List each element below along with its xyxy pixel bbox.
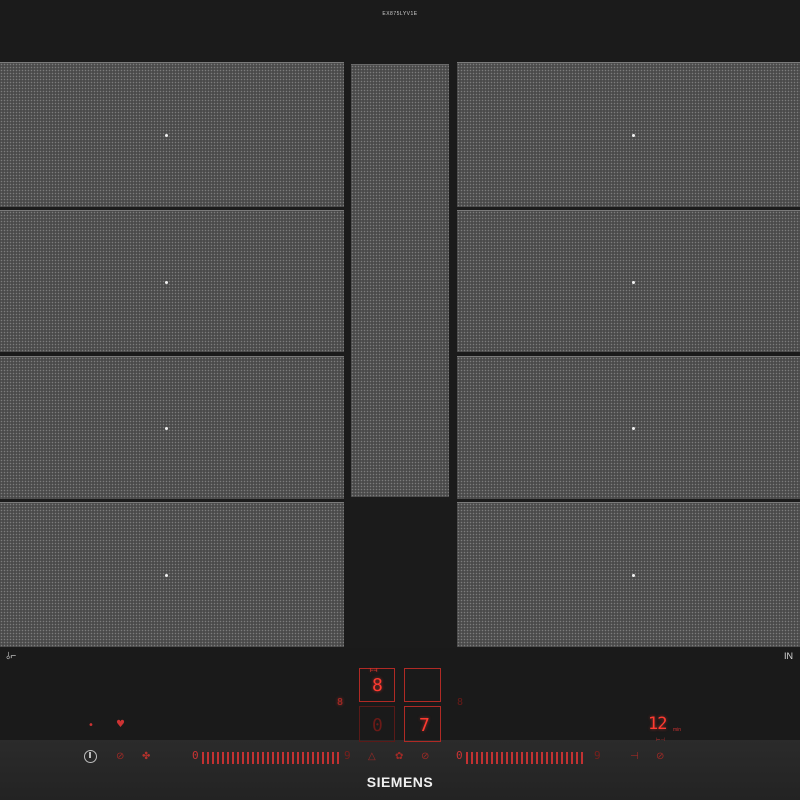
zone-center-marker (165, 427, 168, 430)
heart-icon[interactable]: ♥ (116, 719, 125, 730)
zone-link-icon: ⊢⊣ (370, 667, 378, 674)
left-cooking-zone-2[interactable] (0, 210, 344, 352)
right-power-slider[interactable] (466, 752, 586, 764)
timer-minus-icon[interactable]: ⊣ (630, 751, 639, 762)
fan-icon[interactable]: ✤ (142, 751, 150, 762)
power-boost-icon[interactable]: ⊘ (116, 751, 124, 762)
zone-center-marker (632, 427, 635, 430)
right-slider-start[interactable]: 0 (456, 749, 463, 762)
right-slider-end[interactable]: 9 (594, 749, 601, 762)
left-slider-end[interactable]: 9 (344, 749, 351, 762)
zone-center-marker (165, 134, 168, 137)
pan-detect-icon: ⫰⌐ (6, 651, 17, 662)
display-box-lower-right[interactable]: 7 (404, 706, 441, 742)
lower-left-digit: 0 (372, 715, 383, 736)
timer-sub-icon: ⊢⊣ (656, 737, 665, 743)
wipe-protect-icon[interactable]: △ (368, 751, 376, 762)
center-cooking-zone[interactable] (351, 64, 449, 497)
timer-unit-label: min (673, 727, 682, 733)
timer-display: 12 (648, 714, 668, 734)
zone-center-marker (165, 574, 168, 577)
power-icon[interactable] (84, 750, 97, 763)
right-marker: 8 (457, 697, 464, 708)
childlock-icon[interactable]: • (88, 720, 94, 731)
flex-indicator-label: IN (784, 651, 793, 661)
zone-center-marker (632, 134, 635, 137)
display-box-upper-right[interactable] (404, 668, 441, 702)
right-cooking-zone-1[interactable] (457, 62, 800, 207)
display-box-lower-left[interactable]: 0 (359, 706, 395, 742)
left-slider-start[interactable]: 0 (192, 749, 199, 762)
left-cooking-zone-3[interactable] (0, 356, 344, 499)
timer-plus-icon[interactable]: ⊘ (656, 751, 664, 762)
left-cooking-zone-1[interactable] (0, 62, 344, 207)
display-box-upper-left[interactable]: 8 ⊢⊣ (359, 667, 395, 702)
zone-center-marker (165, 281, 168, 284)
upper-left-digit: 8 (372, 675, 383, 696)
combine-icon[interactable]: ✿ (395, 751, 403, 762)
left-marker: 8 (337, 697, 344, 708)
left-cooking-zone-4[interactable] (0, 502, 344, 647)
left-power-slider[interactable] (202, 752, 342, 764)
right-cooking-zone-2[interactable] (457, 210, 800, 352)
brand-logo: SIEMENS (366, 774, 434, 790)
touch-control-bar (0, 740, 800, 800)
right-cooking-zone-3[interactable] (457, 356, 800, 499)
timer-set-icon[interactable]: ⊘ (421, 751, 429, 762)
right-cooking-zone-4[interactable] (457, 502, 800, 647)
zone-center-marker (632, 574, 635, 577)
model-code: EX875LYV1E (382, 11, 418, 17)
lower-right-digit: 7 (419, 715, 430, 736)
zone-center-marker (632, 281, 635, 284)
